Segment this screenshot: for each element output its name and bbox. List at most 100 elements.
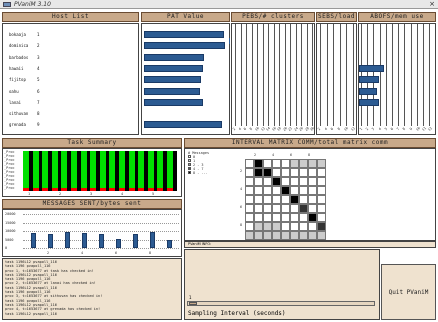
load-tick: 2 bbox=[316, 126, 322, 132]
msg-bar bbox=[31, 232, 36, 248]
matrix-cell bbox=[317, 231, 326, 240]
pat-bar bbox=[144, 42, 226, 50]
matrix-cell bbox=[281, 213, 290, 222]
mem-line bbox=[429, 24, 431, 126]
matrix-cell bbox=[272, 213, 281, 222]
mem-tick: 4 bbox=[377, 126, 382, 132]
app-icon bbox=[3, 2, 11, 7]
mem-line bbox=[404, 24, 406, 126]
matrix-cell bbox=[281, 168, 290, 177]
matrix-cell bbox=[308, 186, 317, 195]
matrix-cell bbox=[317, 159, 326, 168]
host-number: 9 bbox=[37, 122, 40, 128]
quit-button[interactable]: Quit PVaniM bbox=[381, 264, 436, 320]
matrix-cell bbox=[299, 177, 308, 186]
matrix-cell bbox=[290, 231, 299, 240]
task-xtick: 3 bbox=[90, 192, 93, 196]
mem-line bbox=[392, 24, 393, 126]
cluster-line bbox=[295, 24, 297, 126]
window-titlebar: PVaniM 3.10 × bbox=[0, 0, 438, 9]
messages-panel: 20000 15000 10000 5000 0 2 4 6 8 bbox=[2, 209, 182, 257]
mem-tick: 3 bbox=[371, 126, 376, 132]
task-summary-panel: _Proc _Proc _Proc _Proc _Proc _Proc _Proc _Proc… bbox=[2, 148, 182, 197]
mem-line bbox=[423, 24, 424, 126]
matrix-cell bbox=[308, 213, 317, 222]
legend-label: 8 - ... bbox=[193, 171, 208, 175]
window-title: PVaniM 3.10 bbox=[14, 1, 51, 8]
cluster-line bbox=[312, 24, 313, 126]
matrix-cell bbox=[272, 177, 281, 186]
matrix-cell bbox=[299, 168, 308, 177]
host-name[interactable]: oahu bbox=[9, 89, 19, 94]
message-log[interactable]: task 1196L12 pvapoll_116 task 1196 pvapol… bbox=[2, 258, 182, 320]
matrix-cell bbox=[272, 204, 281, 213]
mem-line bbox=[410, 24, 412, 126]
pebs-clusters-panel: 2 4 6 8 10 12 14 16 18 20 22 24 26 28 30 bbox=[231, 23, 315, 135]
mem-tick: 9 bbox=[408, 126, 413, 132]
matrix-cell bbox=[281, 222, 290, 231]
task-xtick: 2 bbox=[59, 192, 62, 196]
matrix-cell bbox=[245, 168, 254, 177]
matrix-cell bbox=[281, 195, 290, 204]
host-name[interactable]: bokaaja bbox=[9, 32, 26, 37]
matrix-cell bbox=[272, 195, 281, 204]
cluster-line bbox=[273, 24, 275, 126]
host-number: 4 bbox=[37, 65, 40, 71]
matrix-cell bbox=[245, 231, 254, 240]
load-tick: 12 bbox=[349, 126, 356, 132]
host-name[interactable]: fijitop bbox=[9, 77, 26, 82]
load-tick: 8 bbox=[336, 126, 341, 132]
matrix-cell bbox=[281, 231, 290, 240]
cluster-line bbox=[262, 24, 264, 126]
host-number: 5 bbox=[37, 77, 40, 83]
msg-bar bbox=[65, 231, 70, 248]
host-list-panel: bokaaja 1 dominica 2 barbados 3 hawaii 4 fijitop… bbox=[2, 23, 139, 135]
interval-matrix-panel: # Messages 0 1 2 - 34 - 78 - ... 2 4 6 8 2 4 6 8 bbox=[184, 148, 436, 241]
pat-bar bbox=[144, 76, 202, 84]
mem-tick: 8 bbox=[402, 126, 407, 132]
cluster-line bbox=[246, 24, 247, 126]
mem-tick: 2 bbox=[365, 126, 370, 132]
sampling-interval-slider[interactable] bbox=[187, 301, 375, 306]
matrix-cell bbox=[245, 177, 254, 186]
matrix-cell bbox=[254, 231, 263, 240]
load-line bbox=[326, 24, 328, 126]
msg-xtick: 6 bbox=[115, 251, 118, 255]
task-idle-bar bbox=[173, 151, 177, 191]
cluster-tick: 4 bbox=[237, 126, 242, 132]
slider-value: 1 bbox=[189, 295, 192, 300]
host-name[interactable]: grenada bbox=[9, 122, 26, 127]
legend-swatch bbox=[188, 171, 191, 174]
host-name[interactable]: lanai bbox=[9, 100, 21, 105]
host-name[interactable]: dominica bbox=[9, 43, 28, 48]
legend-swatch bbox=[188, 167, 191, 170]
host-name[interactable]: barbados bbox=[9, 55, 28, 60]
matrix-cell bbox=[299, 222, 308, 231]
matrix-cell bbox=[299, 195, 308, 204]
matrix-cell bbox=[308, 168, 317, 177]
load-tick: 4 bbox=[323, 126, 328, 132]
slider-handle[interactable] bbox=[189, 302, 197, 305]
host-name[interactable]: hawaii bbox=[9, 66, 23, 71]
msg-bar bbox=[150, 231, 155, 248]
host-number: 3 bbox=[37, 54, 40, 60]
msg-gridline bbox=[23, 214, 179, 215]
matrix-cell bbox=[317, 195, 326, 204]
pat-bar bbox=[144, 31, 224, 38]
matrix-cell bbox=[272, 159, 281, 168]
controls-area: 1 Sampling Interval (seconds) bbox=[184, 249, 380, 320]
matrix-cell bbox=[290, 204, 299, 213]
matrix-cell bbox=[317, 204, 326, 213]
matrix-cell bbox=[290, 195, 299, 204]
matrix-ytick: 2 bbox=[240, 169, 243, 173]
close-icon[interactable]: × bbox=[429, 0, 435, 8]
messages-header: MESSAGES SENT/bytes sent bbox=[2, 199, 182, 209]
matrix-cell bbox=[254, 213, 263, 222]
matrix-xtick: 4 bbox=[272, 153, 275, 157]
matrix-xtick: 6 bbox=[290, 153, 293, 157]
host-name[interactable]: sithuvan bbox=[9, 111, 28, 116]
cluster-tick: 8 bbox=[248, 126, 253, 132]
matrix-ytick: 4 bbox=[240, 187, 243, 191]
matrix-cell bbox=[308, 159, 317, 168]
matrix-cell bbox=[308, 195, 317, 204]
